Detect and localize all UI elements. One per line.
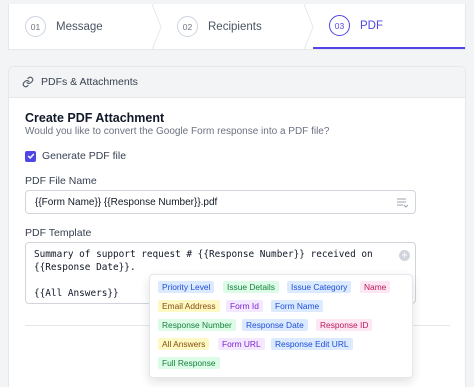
- placeholder-tag[interactable]: Full Response: [158, 357, 220, 369]
- placeholder-tag[interactable]: Form URL: [218, 338, 265, 350]
- template-label: PDF Template: [25, 227, 92, 239]
- step-number: 02: [177, 16, 198, 37]
- stepper: 01 Message 02 Recipients 03 PDF: [8, 4, 466, 50]
- check-icon: [27, 153, 34, 160]
- generate-pdf-checkbox[interactable]: [25, 150, 36, 162]
- file-name-value: {{Form Name}} {{Response Number}}.pdf: [35, 196, 218, 208]
- placeholder-tag[interactable]: Name: [360, 281, 391, 293]
- placeholder-tag[interactable]: Response Date: [242, 319, 308, 331]
- step-label: Message: [56, 20, 103, 33]
- placeholder-tag[interactable]: Form Id: [226, 300, 263, 312]
- placeholder-tag[interactable]: Form Name: [271, 300, 324, 312]
- template-line: {{Response Date}}.: [34, 262, 136, 273]
- placeholder-tag[interactable]: Issue Details: [223, 281, 279, 293]
- step-label: Recipients: [208, 20, 262, 33]
- step-label: PDF: [360, 19, 383, 32]
- section-title: Create PDF Attachment: [25, 111, 165, 125]
- section-subtitle: Would you like to convert the Google For…: [25, 126, 330, 137]
- step-number: 03: [329, 15, 350, 36]
- placeholder-popup: Priority Level Issue Details Issue Categ…: [149, 274, 413, 378]
- placeholder-tag[interactable]: Response Edit URL: [271, 338, 353, 350]
- placeholder-tag[interactable]: Email Address: [158, 300, 220, 312]
- step-message[interactable]: 01 Message: [9, 4, 162, 50]
- list-icon[interactable]: [397, 198, 408, 208]
- step-pdf[interactable]: 03 PDF: [313, 4, 465, 49]
- file-name-label: PDF File Name: [25, 175, 97, 187]
- pdf-file-name-input[interactable]: {{Form Name}} {{Response Number}}.pdf: [25, 190, 416, 214]
- placeholder-tag[interactable]: Priority Level: [158, 281, 215, 293]
- generate-pdf-row[interactable]: Generate PDF file: [25, 150, 126, 162]
- card-header: PDFs & Attachments: [9, 67, 465, 98]
- generate-pdf-label: Generate PDF file: [42, 150, 127, 162]
- step-recipients[interactable]: 02 Recipients: [161, 4, 314, 50]
- placeholder-tag[interactable]: All Answers: [158, 338, 210, 350]
- template-line: Summary of support request # {{Response …: [34, 249, 373, 260]
- placeholder-tag[interactable]: Response Number: [158, 319, 236, 331]
- step-number: 01: [25, 16, 46, 37]
- add-placeholder-icon[interactable]: +: [399, 250, 410, 261]
- placeholder-tag[interactable]: Issue Category: [287, 281, 352, 293]
- placeholder-tag[interactable]: Response ID: [316, 319, 373, 331]
- card-header-title: PDFs & Attachments: [41, 76, 138, 88]
- link-icon: [22, 76, 34, 88]
